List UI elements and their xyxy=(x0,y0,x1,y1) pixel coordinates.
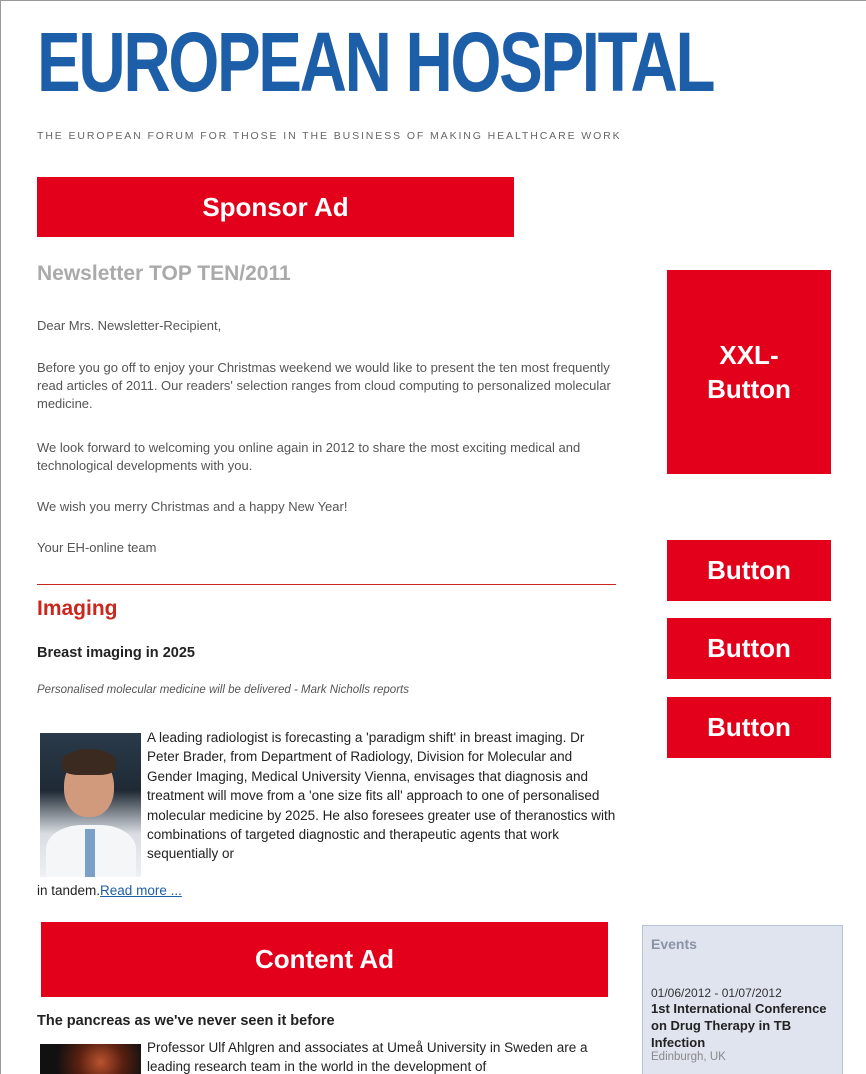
button-ad-2[interactable]: Button xyxy=(667,618,831,679)
button-ad-1[interactable]: Button xyxy=(667,540,831,601)
article-tail-text: in tandem. xyxy=(37,883,101,898)
article-body: A leading radiologist is forecasting a '… xyxy=(147,730,616,862)
event-location: Edinburgh, UK xyxy=(651,1051,726,1063)
greeting-text: Dear Mrs. Newsletter-Recipient, xyxy=(37,318,222,333)
article-tail: in tandem.Read more ... xyxy=(37,883,182,898)
events-box: Events 01/06/2012 - 01/07/2012 1st Inter… xyxy=(642,925,843,1074)
events-title: Events xyxy=(651,936,697,952)
article-image-2 xyxy=(40,1044,141,1074)
newsletter-title: Newsletter TOP TEN/2011 xyxy=(37,262,291,285)
article-subtitle: Personalised molecular medicine will be … xyxy=(37,684,409,696)
xxl-button-ad[interactable]: XXL-Button xyxy=(667,270,831,474)
welcome-paragraph: We look forward to welcoming you online … xyxy=(37,440,581,473)
event-name[interactable]: 1st International Conference on Drug The… xyxy=(651,1000,834,1051)
signoff-text: Your EH-online team xyxy=(37,540,157,555)
site-logo[interactable]: EUROPEAN HOSPITAL THE EUROPEAN FORUM FOR… xyxy=(37,12,715,142)
logo-tagline: THE EUROPEAN FORUM FOR THOSE IN THE BUSI… xyxy=(37,130,622,142)
event-date: 01/06/2012 - 01/07/2012 xyxy=(651,986,782,1000)
article-title[interactable]: Breast imaging in 2025 xyxy=(37,645,195,661)
logo-title: EUROPEAN HOSPITAL xyxy=(37,15,715,109)
sponsor-ad[interactable]: Sponsor Ad xyxy=(37,177,514,237)
wishes-paragraph: We wish you merry Christmas and a happy … xyxy=(37,499,348,514)
section-heading: Imaging xyxy=(37,597,118,620)
read-more-link[interactable]: Read more ... xyxy=(100,883,182,898)
section-divider xyxy=(37,584,616,585)
page-frame xyxy=(0,0,866,1074)
intro-paragraph: Before you go off to enjoy your Christma… xyxy=(37,360,611,411)
button-ad-3[interactable]: Button xyxy=(667,697,831,758)
article-body-2: Professor Ulf Ahlgren and associates at … xyxy=(147,1040,588,1074)
content-ad[interactable]: Content Ad xyxy=(41,922,608,997)
author-photo xyxy=(40,733,141,877)
article-title-2[interactable]: The pancreas as we've never seen it befo… xyxy=(37,1013,335,1029)
